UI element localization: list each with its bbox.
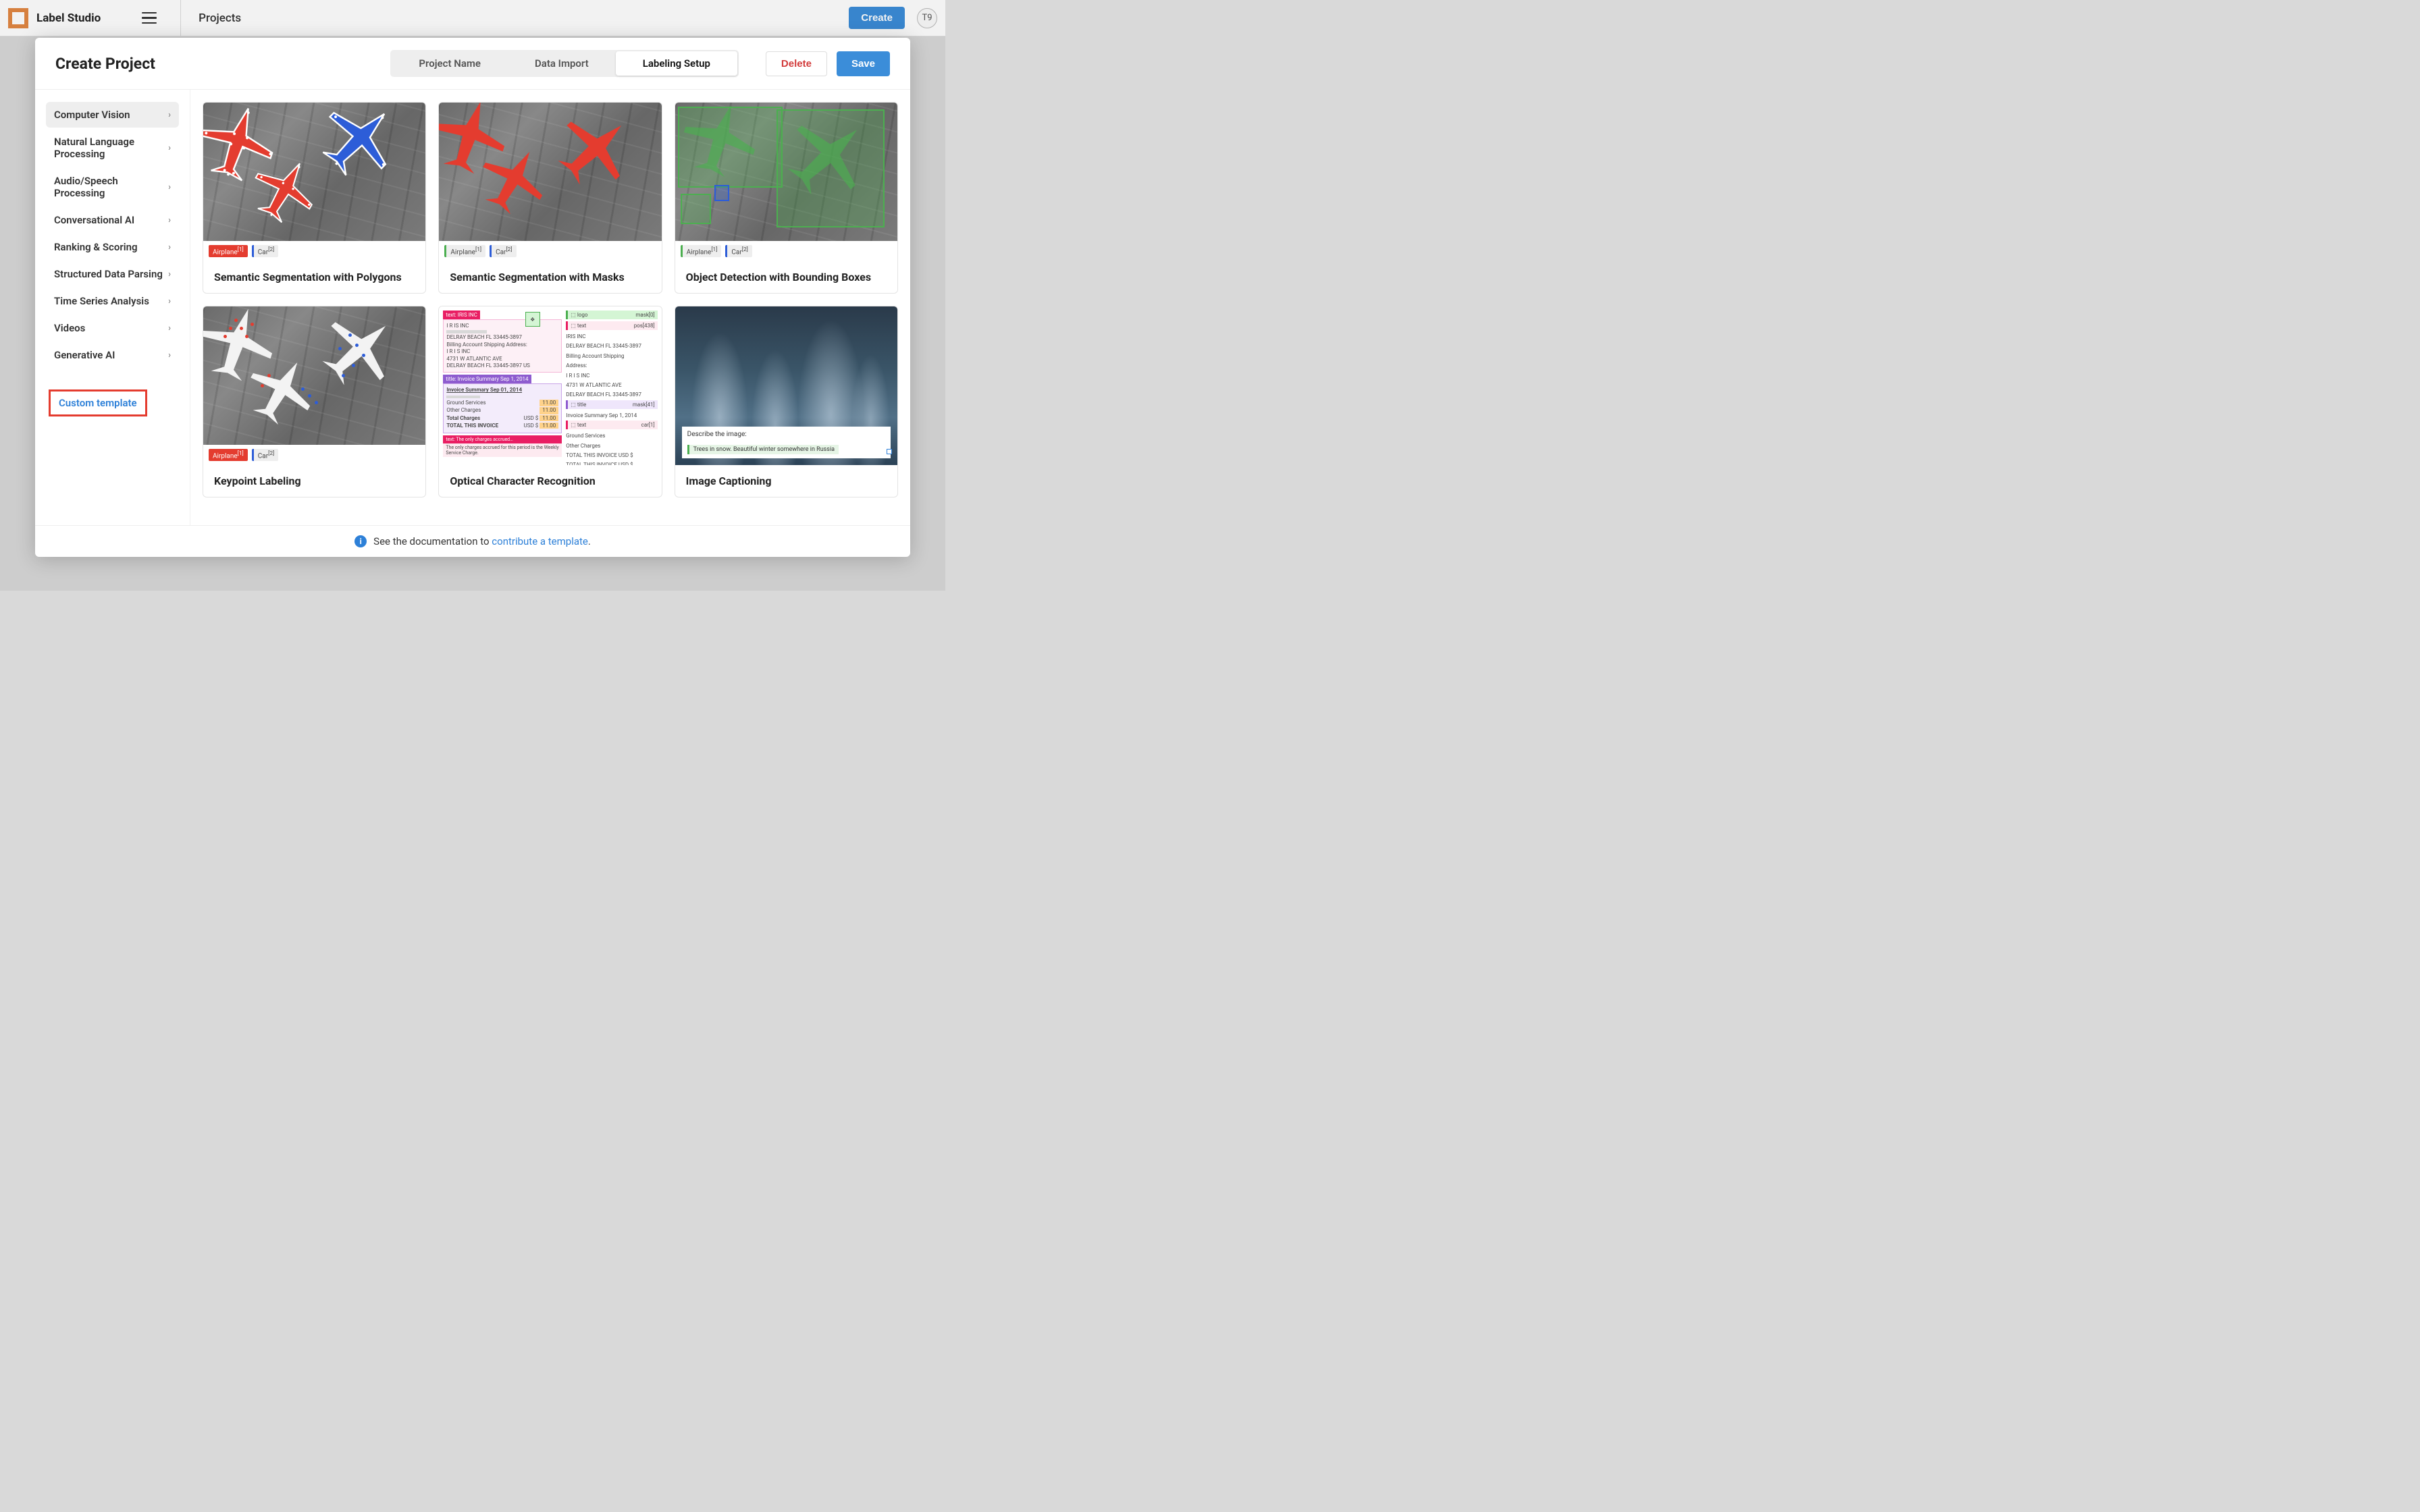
contribute-template-link[interactable]: contribute a template — [492, 535, 588, 547]
template-card-bboxes[interactable]: Airplane[1] Car[2] Object Detection with… — [675, 102, 898, 294]
template-card-captioning[interactable]: Describe the image: Trees in snow. Beaut… — [675, 306, 898, 497]
label-chip-car: Car[2] — [252, 449, 278, 461]
modal-header: Create Project Project Name Data Import … — [35, 38, 910, 90]
template-title: Optical Character Recognition — [439, 465, 661, 497]
template-card-keypoint[interactable]: Airplane[1] Car[2] Keypoint Labeling — [203, 306, 426, 497]
custom-template-link[interactable]: Custom template — [49, 389, 147, 416]
create-project-modal: Create Project Project Name Data Import … — [35, 38, 910, 557]
chevron-right-icon: › — [168, 110, 171, 120]
sidebar-item-generative-ai[interactable]: Generative AI› — [46, 342, 179, 368]
sidebar-item-videos[interactable]: Videos› — [46, 315, 179, 341]
label-chip-car: Car[2] — [725, 245, 752, 257]
template-card-ocr[interactable]: text: IRIS INC ❖ I R IS INC DELRAY BEACH… — [438, 306, 662, 497]
template-title: Keypoint Labeling — [203, 465, 425, 497]
sidebar-item-structured-data[interactable]: Structured Data Parsing› — [46, 261, 179, 287]
label-chip-car: Car[2] — [490, 245, 516, 257]
delete-button[interactable]: Delete — [766, 51, 827, 76]
label-chip-car: Car[2] — [252, 245, 278, 257]
template-card-masks[interactable]: Airplane[1] Car[2] Semantic Segmentation… — [438, 102, 662, 294]
chevron-right-icon: › — [168, 215, 171, 225]
chevron-right-icon: › — [168, 296, 171, 306]
sidebar-item-conversational-ai[interactable]: Conversational AI› — [46, 207, 179, 233]
template-title: Image Captioning — [675, 465, 897, 497]
template-preview: Airplane[1] Car[2] — [203, 306, 425, 465]
chevron-right-icon: › — [168, 182, 171, 192]
label-chip-airplane: Airplane[1] — [209, 245, 248, 257]
chevron-right-icon: › — [168, 323, 171, 333]
chevron-right-icon: › — [168, 143, 171, 153]
template-preview: text: IRIS INC ❖ I R IS INC DELRAY BEACH… — [439, 306, 661, 465]
template-title: Semantic Segmentation with Masks — [439, 261, 661, 293]
sidebar-item-nlp[interactable]: Natural Language Processing› — [46, 129, 179, 167]
chevron-right-icon: › — [168, 269, 171, 279]
tab-labeling-setup[interactable]: Labeling Setup — [616, 51, 737, 76]
info-icon: i — [354, 535, 367, 547]
label-chip-airplane: Airplane[1] — [209, 449, 248, 461]
template-grid-area: Airplane[1] Car[2] Semantic Segmentation… — [190, 90, 910, 525]
label-chip-airplane: Airplane[1] — [444, 245, 485, 257]
modal-tabs: Project Name Data Import Labeling Setup — [390, 50, 739, 77]
save-button[interactable]: Save — [837, 51, 890, 76]
template-preview: Airplane[1] Car[2] — [439, 103, 661, 261]
template-preview: Describe the image: Trees in snow. Beaut… — [675, 306, 897, 465]
label-chip-airplane: Airplane[1] — [681, 245, 722, 257]
template-preview: Airplane[1] Car[2] — [203, 103, 425, 261]
tab-project-name[interactable]: Project Name — [392, 51, 508, 76]
chevron-right-icon: › — [168, 350, 171, 360]
sidebar-item-computer-vision[interactable]: Computer Vision› — [46, 102, 179, 128]
sidebar-item-audio[interactable]: Audio/Speech Processing› — [46, 168, 179, 206]
modal-footer: i See the documentation to contribute a … — [35, 525, 910, 557]
template-preview: Airplane[1] Car[2] — [675, 103, 897, 261]
caption-text: Trees in snow. Beautiful winter somewher… — [687, 445, 839, 454]
chevron-right-icon: › — [168, 242, 171, 252]
logo-icon: ❖ — [525, 312, 540, 327]
tab-data-import[interactable]: Data Import — [508, 51, 616, 76]
sidebar-item-time-series[interactable]: Time Series Analysis› — [46, 288, 179, 314]
category-sidebar: Computer Vision› Natural Language Proces… — [35, 90, 190, 525]
sidebar-item-ranking[interactable]: Ranking & Scoring› — [46, 234, 179, 260]
template-title: Object Detection with Bounding Boxes — [675, 261, 897, 293]
modal-title: Create Project — [55, 55, 155, 73]
template-title: Semantic Segmentation with Polygons — [203, 261, 425, 293]
caption-label: Describe the image: — [687, 431, 885, 438]
resize-handle-icon — [887, 449, 892, 454]
template-card-polygons[interactable]: Airplane[1] Car[2] Semantic Segmentation… — [203, 102, 426, 294]
